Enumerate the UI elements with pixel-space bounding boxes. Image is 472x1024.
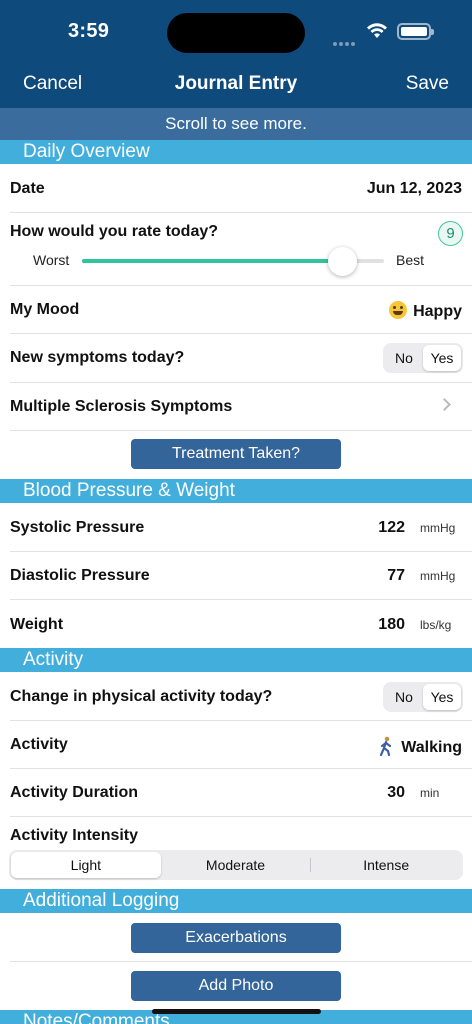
exacerbations-button[interactable]: Exacerbations <box>131 923 341 953</box>
treatment-taken-button[interactable]: Treatment Taken? <box>131 439 341 469</box>
status-bar: 3:59 <box>0 0 472 64</box>
battery-icon <box>397 23 434 40</box>
add-photo-button[interactable]: Add Photo <box>131 971 341 1001</box>
rating-value-badge: 9 <box>438 221 463 246</box>
date-label: Date <box>10 180 45 197</box>
home-indicator <box>152 1009 321 1014</box>
dynamic-island <box>167 13 305 53</box>
activity-label: Activity <box>10 736 68 753</box>
activity-intensity-label: Activity Intensity <box>10 827 139 844</box>
activity-change-yes[interactable]: Yes <box>423 684 461 710</box>
section-header-daily-overview: Daily Overview <box>0 140 472 164</box>
systolic-unit: mmHg <box>420 521 456 535</box>
section-header-activity: Activity <box>0 648 472 672</box>
diastolic-label: Diastolic Pressure <box>10 567 150 584</box>
divider <box>10 212 472 213</box>
activity-intensity-control[interactable]: Light Moderate Intense <box>9 850 463 880</box>
systolic-value[interactable]: 122 <box>378 519 405 537</box>
navigation-bar: Cancel Journal Entry Save <box>0 64 472 108</box>
activity-change-label: Change in physical activity today? <box>10 688 273 705</box>
activity-change-no[interactable]: No <box>385 684 423 710</box>
new-symptoms-no[interactable]: No <box>385 345 423 371</box>
new-symptoms-row: New symptoms today? No Yes <box>0 334 472 382</box>
slider-max-label: Best <box>396 252 425 268</box>
new-symptoms-label: New symptoms today? <box>10 349 185 366</box>
activity-text: Walking <box>401 739 462 756</box>
diastolic-value[interactable]: 77 <box>387 567 405 585</box>
rating-label: How would you rate today? <box>10 223 219 240</box>
activity-duration-value[interactable]: 30 <box>387 784 405 802</box>
mood-row[interactable]: My Mood Happy <box>0 286 472 333</box>
slider-min-label: Worst <box>33 252 70 268</box>
scroll-hint-banner: Scroll to see more. <box>0 108 472 140</box>
systolic-row[interactable]: Systolic Pressure 122 mmHg <box>0 503 472 551</box>
intensity-intense[interactable]: Intense <box>311 852 461 878</box>
walking-person-icon <box>380 736 392 756</box>
weight-unit: lbs/kg <box>420 618 452 632</box>
ms-symptoms-row[interactable]: Multiple Sclerosis Symptoms <box>0 383 472 430</box>
divider <box>10 816 472 817</box>
diastolic-row[interactable]: Diastolic Pressure 77 mmHg <box>0 552 472 599</box>
activity-duration-unit: min <box>420 786 440 800</box>
activity-duration-label: Activity Duration <box>10 784 139 801</box>
ms-symptoms-label: Multiple Sclerosis Symptoms <box>10 398 233 415</box>
divider <box>10 430 472 431</box>
mood-text: Happy <box>413 303 462 320</box>
diastolic-unit: mmHg <box>420 569 456 583</box>
systolic-label: Systolic Pressure <box>10 519 145 536</box>
activity-row[interactable]: Activity Walking <box>0 721 472 768</box>
activity-change-toggle[interactable]: No Yes <box>383 682 463 712</box>
wifi-icon <box>367 23 387 38</box>
date-row[interactable]: Date Jun 12, 2023 <box>0 164 472 212</box>
weight-row[interactable]: Weight 180 lbs/kg <box>0 600 472 648</box>
activity-duration-row[interactable]: Activity Duration 30 min <box>0 769 472 816</box>
mood-value[interactable]: Happy <box>389 301 462 321</box>
activity-value[interactable]: Walking <box>377 736 462 757</box>
weight-label: Weight <box>10 616 64 633</box>
cellular-signal-icon <box>333 33 359 46</box>
happy-face-icon <box>389 301 408 319</box>
weight-value[interactable]: 180 <box>378 616 405 634</box>
rating-slider-thumb[interactable] <box>328 247 358 276</box>
cancel-button[interactable]: Cancel <box>23 73 82 95</box>
section-header-blood-pressure: Blood Pressure & Weight <box>0 479 472 503</box>
intensity-moderate[interactable]: Moderate <box>161 852 311 878</box>
rating-slider-fill <box>82 259 343 263</box>
date-value[interactable]: Jun 12, 2023 <box>367 180 462 198</box>
activity-change-row: Change in physical activity today? No Ye… <box>0 672 472 720</box>
mood-label: My Mood <box>10 301 80 318</box>
status-time: 3:59 <box>68 20 110 42</box>
divider <box>10 961 472 962</box>
save-button[interactable]: Save <box>406 73 449 95</box>
new-symptoms-yes[interactable]: Yes <box>423 345 461 371</box>
new-symptoms-toggle[interactable]: No Yes <box>383 343 463 373</box>
intensity-light[interactable]: Light <box>11 852 161 878</box>
section-header-additional-logging: Additional Logging <box>0 889 472 913</box>
